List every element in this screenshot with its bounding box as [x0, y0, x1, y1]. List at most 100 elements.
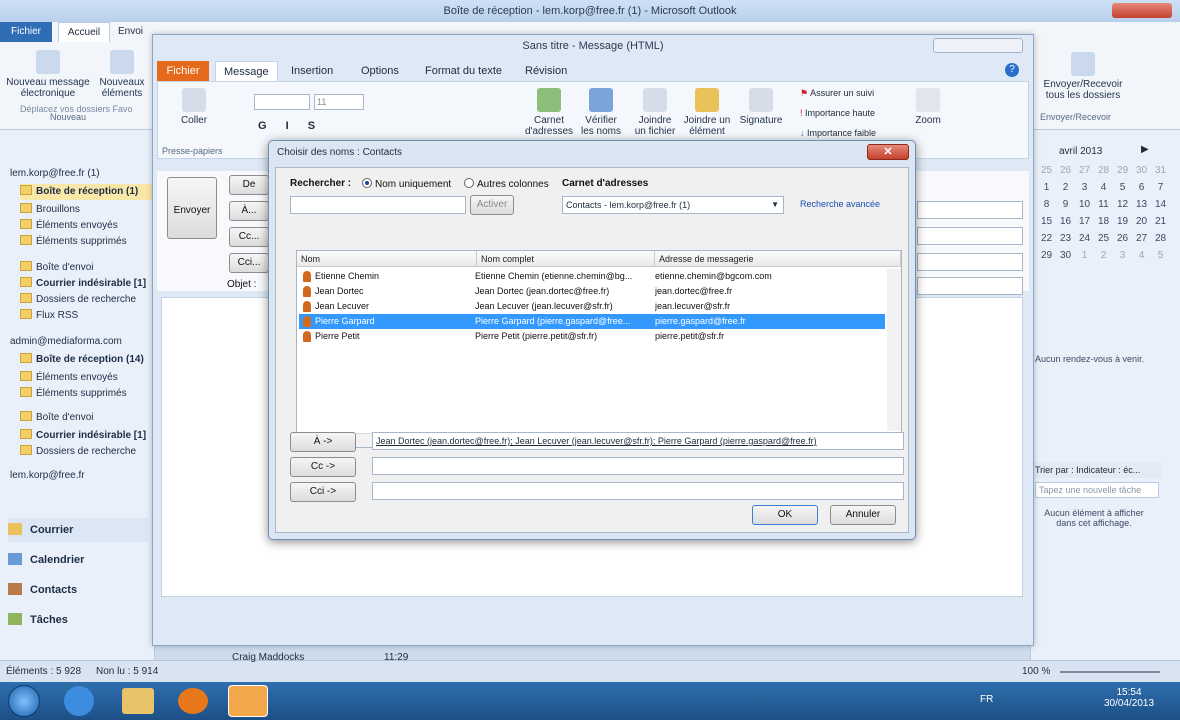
- calendar-day[interactable]: 7: [1151, 180, 1170, 196]
- folder-outbox-2[interactable]: Boîte d'envoi: [20, 410, 94, 426]
- contact-row[interactable]: Jean Dortec Jean Dortec (jean.dortec@free…: [299, 284, 885, 299]
- signature-button[interactable]: Signature: [736, 88, 786, 126]
- msg-tab-revision[interactable]: Révision: [517, 61, 575, 81]
- from-button[interactable]: De: [229, 175, 269, 195]
- quick-access-toolbar[interactable]: [161, 39, 281, 53]
- calendar-day[interactable]: 16: [1056, 214, 1075, 230]
- contact-row-selected[interactable]: Pierre Garpard Pierre Garpard (pierre.gas…: [299, 314, 885, 329]
- folder-search-2[interactable]: Dossiers de recherche: [20, 444, 136, 460]
- msg-tab-format[interactable]: Format du texte: [417, 61, 510, 81]
- language-indicator[interactable]: FR: [980, 694, 993, 705]
- ok-button[interactable]: OK: [752, 505, 818, 525]
- calendar-day[interactable]: 8: [1037, 197, 1056, 213]
- calendar-day[interactable]: 29: [1037, 248, 1056, 264]
- calendar-day[interactable]: 12: [1113, 197, 1132, 213]
- column-email[interactable]: Adresse de messagerie: [655, 251, 901, 267]
- msg-tab-insertion[interactable]: Insertion: [283, 61, 341, 81]
- vertical-scrollbar[interactable]: [887, 269, 901, 431]
- calendar-day[interactable]: 15: [1037, 214, 1056, 230]
- reading-list-sender[interactable]: Craig Maddocks: [232, 647, 304, 669]
- folder-sent-1[interactable]: Éléments envoyés: [20, 218, 118, 234]
- high-importance-button[interactable]: ! Importance haute: [800, 108, 875, 118]
- window-controls[interactable]: [1112, 3, 1172, 18]
- calendar-day[interactable]: 21: [1151, 214, 1170, 230]
- go-button[interactable]: Activer: [470, 195, 514, 215]
- new-message-button[interactable]: Nouveau message électronique: [4, 50, 92, 99]
- contact-row[interactable]: Jean Lecuver Jean Lecuver (jean.lecuver@s…: [299, 299, 885, 314]
- column-name[interactable]: Nom: [297, 251, 477, 267]
- clock[interactable]: 15:54 30/04/2013: [1104, 687, 1154, 709]
- calendar-day[interactable]: 4: [1132, 248, 1151, 264]
- task-arrange-header[interactable]: Trier par : Indicateur : éc...: [1031, 462, 1161, 478]
- calendar-day[interactable]: 13: [1132, 197, 1151, 213]
- radio-other-columns[interactable]: Autres colonnes: [464, 178, 549, 190]
- calendar-day[interactable]: 30: [1056, 248, 1075, 264]
- calendar-day[interactable]: 27: [1132, 231, 1151, 247]
- format-buttons[interactable]: G I S: [258, 120, 323, 132]
- calendar-day[interactable]: 11: [1094, 197, 1113, 213]
- calendar-day[interactable]: 22: [1037, 231, 1056, 247]
- cc-button[interactable]: Cc...: [229, 227, 269, 247]
- font-name-select[interactable]: [254, 94, 310, 110]
- explorer-icon[interactable]: [122, 688, 154, 714]
- folder-junk-2[interactable]: Courrier indésirable [1]: [20, 428, 146, 444]
- contact-row[interactable]: Etienne Chemin Etienne Chemin (etienne.ch…: [299, 269, 885, 284]
- bcc-arrow-button[interactable]: Cci ->: [290, 482, 356, 502]
- calendar-day[interactable]: 3: [1075, 180, 1094, 196]
- calendar-day[interactable]: 17: [1075, 214, 1094, 230]
- new-items-button[interactable]: Nouveaux éléments: [94, 50, 150, 99]
- close-button[interactable]: ✕: [867, 144, 909, 160]
- calendar-day[interactable]: 1: [1037, 180, 1056, 196]
- nav-calendar[interactable]: Calendrier: [8, 548, 84, 572]
- calendar-day[interactable]: 5: [1151, 248, 1170, 264]
- send-button[interactable]: Envoyer: [167, 177, 217, 239]
- ie-icon[interactable]: [64, 686, 94, 716]
- folder-inbox-2[interactable]: Boîte de réception (14): [20, 352, 144, 368]
- calendar-day[interactable]: 18: [1094, 214, 1113, 230]
- cc-arrow-button[interactable]: Cc ->: [290, 457, 356, 477]
- low-importance-button[interactable]: ↓ Importance faible: [800, 128, 876, 138]
- date-navigator[interactable]: 25 26 27 28 29 30 31 1 2 3 4 5 6 7 8 9 10 11 12 13 14 15 16 17 1…: [1037, 162, 1177, 264]
- calendar-day[interactable]: 27: [1075, 163, 1094, 179]
- column-full-name[interactable]: Nom complet: [477, 251, 655, 267]
- calendar-day[interactable]: 1: [1075, 248, 1094, 264]
- nav-mail[interactable]: Courrier: [8, 518, 148, 542]
- tab-envoi[interactable]: Envoi: [118, 26, 143, 37]
- to-recipients-field[interactable]: Jean Dortec (jean.dortec@free.fr); Jean …: [372, 432, 904, 450]
- msg-tab-options[interactable]: Options: [353, 61, 407, 81]
- calendar-day[interactable]: 19: [1113, 214, 1132, 230]
- calendar-day[interactable]: 5: [1113, 180, 1132, 196]
- folder-junk-1[interactable]: Courrier indésirable [1]: [20, 276, 146, 292]
- msg-tab-fichier[interactable]: Fichier: [157, 61, 209, 81]
- folder-rss-1[interactable]: Flux RSS: [20, 308, 78, 324]
- zoom-slider[interactable]: [1060, 671, 1160, 673]
- folder-drafts-1[interactable]: Brouillons: [20, 202, 80, 218]
- calendar-day[interactable]: 26: [1113, 231, 1132, 247]
- bcc-button[interactable]: Cci...: [229, 253, 269, 273]
- contact-row[interactable]: Pierre Petit Pierre Petit (pierre.petit@s…: [299, 329, 885, 344]
- address-book-select[interactable]: Contacts - lem.korp@free.fr (1) ▼: [562, 196, 784, 214]
- nav-contacts[interactable]: Contacts: [8, 578, 77, 602]
- send-receive-all-button[interactable]: Envoyer/Recevoir tous les dossiers: [1038, 52, 1128, 101]
- next-month-icon[interactable]: ▶: [1141, 144, 1149, 155]
- account-3[interactable]: lem.korp@free.fr: [10, 468, 85, 484]
- tab-fichier[interactable]: Fichier: [0, 22, 52, 42]
- zoom-button[interactable]: Zoom: [910, 88, 946, 126]
- search-input[interactable]: [290, 196, 466, 214]
- calendar-day[interactable]: 25: [1037, 163, 1056, 179]
- cc-recipients-field[interactable]: [372, 457, 904, 475]
- calendar-day[interactable]: 2: [1094, 248, 1113, 264]
- msg-tab-message[interactable]: Message: [215, 61, 278, 81]
- cancel-button[interactable]: Annuler: [830, 505, 896, 525]
- calendar-day[interactable]: 30: [1132, 163, 1151, 179]
- calendar-day[interactable]: 4: [1094, 180, 1113, 196]
- cc-field[interactable]: [917, 227, 1023, 245]
- folder-search-1[interactable]: Dossiers de recherche: [20, 292, 136, 308]
- subject-field[interactable]: [917, 277, 1023, 295]
- to-field[interactable]: [917, 201, 1023, 219]
- calendar-day[interactable]: 3: [1113, 248, 1132, 264]
- calendar-day[interactable]: 14: [1151, 197, 1170, 213]
- folder-deleted-1[interactable]: Éléments supprimés: [20, 234, 127, 250]
- nav-tasks[interactable]: Tâches: [8, 608, 68, 632]
- attach-file-button[interactable]: Joindre un fichier: [632, 88, 678, 137]
